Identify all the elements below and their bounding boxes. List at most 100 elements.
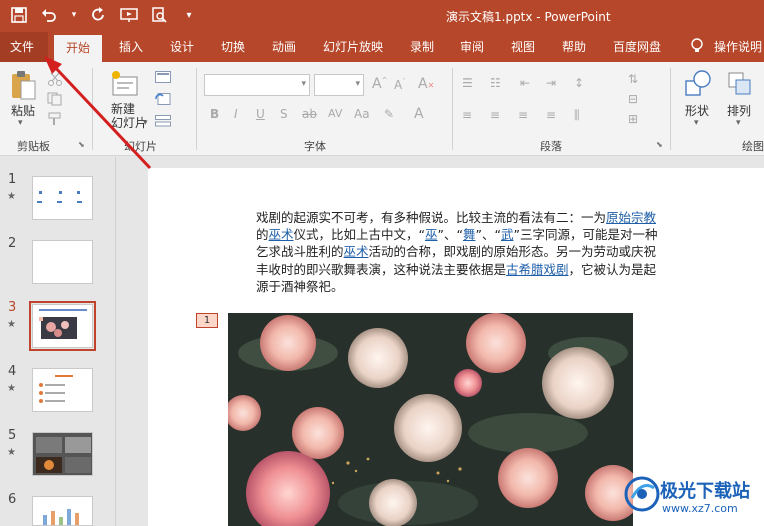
increase-indent-icon[interactable]: ⇥ [546,76,556,90]
divider [92,68,93,150]
paste-label[interactable]: 粘贴 [11,102,35,119]
highlight-icon[interactable]: ✎ [384,107,394,121]
new-slide-icon[interactable] [108,68,140,100]
title-bar: ▾ ▾ 演示文稿1.pptx - PowerPoint [0,0,764,32]
tab-home[interactable]: 开始 [54,35,102,62]
preview-icon[interactable] [150,6,168,24]
divider [196,68,197,150]
slide-thumbnail-2[interactable] [32,240,93,284]
tab-review[interactable]: 审阅 [460,38,484,55]
redo-icon[interactable] [90,6,108,24]
tab-slideshow[interactable]: 幻灯片放映 [323,38,383,55]
animation-order-badge[interactable]: 1 [196,313,218,328]
arrange-dropdown-icon[interactable]: ▾ [736,118,741,128]
slide-number: 6 [8,492,17,507]
align-center-icon[interactable]: ≡ [490,108,500,122]
tab-baidu-netdisk[interactable]: 百度网盘 [613,38,661,55]
tab-insert[interactable]: 插入 [119,38,143,55]
arrange-label[interactable]: 排列 [727,102,751,119]
slide-thumbnail-3[interactable] [32,304,93,348]
ribbon: 粘贴 ▾ 剪贴板 ⬊ 新建 幻灯片 ▾ 幻灯片 ▾ ▾ A^ Aˇ A✕ B I… [0,62,764,156]
change-case-icon[interactable]: Aa [354,107,370,121]
text-direction-icon[interactable]: ⇅ [628,72,638,86]
layout-icon[interactable] [154,70,172,84]
justify-icon[interactable]: ≡ [546,108,556,122]
tab-animations[interactable]: 动画 [272,38,296,55]
text-run: ”、“ [437,227,463,243]
smartart-icon[interactable]: ⊞ [628,112,638,126]
tab-help[interactable]: 帮助 [562,38,586,55]
dialog-launcher-icon[interactable]: ⬊ [656,140,663,149]
tab-file[interactable]: 文件 [0,32,48,62]
slide-text-box[interactable]: 戏剧的起源实不可考，有多种假说。比较主流的看法有二：一为原始宗教的巫术仪式，比如… [256,209,668,295]
tab-transitions[interactable]: 切换 [221,38,245,55]
roses-photo[interactable] [228,313,633,526]
slideshow-start-icon[interactable] [120,6,138,24]
divider [452,68,453,150]
bullets-icon[interactable]: ☰ [462,76,473,90]
customize-qat-icon[interactable]: ▾ [180,6,198,24]
link-witchcraft[interactable]: 巫术 [269,227,294,242]
link-primitive-religion[interactable]: 原始宗教 [606,210,656,225]
tell-me-search[interactable]: 操作说明 [714,38,764,55]
undo-icon[interactable] [40,6,58,24]
link-witchcraft-2[interactable]: 巫术 [344,244,369,259]
font-color-icon[interactable]: A [414,106,424,122]
dialog-launcher-icon[interactable]: ⬊ [78,140,85,149]
group-label-paragraph: 段落 [540,140,562,153]
text-run: ”、“ [475,227,501,243]
shadow-icon[interactable]: S [280,107,288,121]
font-family-select[interactable]: ▾ [204,74,310,96]
link-wu-3[interactable]: 武 [501,227,514,242]
slide-thumbnail-6[interactable] [32,496,93,526]
text-run: 的 [256,227,269,243]
slide-thumbnail-5[interactable] [32,432,93,476]
format-painter-icon[interactable] [46,112,64,126]
canvas-gutter [116,157,148,526]
slide-thumbnail-4[interactable] [32,368,93,412]
undo-dropdown-icon[interactable]: ▾ [70,6,78,24]
slide-thumbnail-1[interactable] [32,176,93,220]
clear-formatting-icon[interactable]: A✕ [418,76,434,92]
link-greek-drama[interactable]: 古希腊戏剧 [506,262,569,277]
animation-star-icon: ★ [7,383,16,394]
link-wu-1[interactable]: 巫 [425,227,438,242]
decrease-indent-icon[interactable]: ⇤ [520,76,530,90]
align-right-icon[interactable]: ≡ [518,108,528,122]
new-slide-dropdown-icon[interactable]: ▾ [143,118,148,128]
columns-icon[interactable]: ⫼ [574,108,580,123]
save-icon[interactable] [10,6,28,24]
shapes-label[interactable]: 形状 [685,102,709,119]
character-spacing-icon[interactable]: AV [328,107,342,120]
font-size-select[interactable]: ▾ [314,74,364,96]
slide-number: 4 [8,364,17,379]
strikethrough-icon[interactable]: ab [302,107,317,121]
tab-design[interactable]: 设计 [170,38,194,55]
shapes-icon[interactable] [682,68,714,100]
tab-record[interactable]: 录制 [410,38,434,55]
tab-view[interactable]: 视图 [511,38,535,55]
reset-icon[interactable] [154,92,172,106]
italic-icon[interactable]: I [234,107,238,121]
section-icon[interactable] [154,114,172,128]
numbering-icon[interactable]: ☷ [490,76,501,90]
paste-icon[interactable] [8,68,38,102]
align-left-icon[interactable]: ≡ [462,108,472,122]
paste-dropdown-icon[interactable]: ▾ [18,118,23,128]
slide-number: 5 [8,428,17,443]
arrange-icon[interactable] [726,70,754,98]
watermark-text: 极光下载站 [660,481,750,502]
bold-icon[interactable]: B [210,107,219,121]
cut-icon[interactable] [46,72,64,86]
shapes-dropdown-icon[interactable]: ▾ [694,118,699,128]
line-spacing-icon[interactable]: ↕ [574,76,584,90]
window-title: 演示文稿1.pptx - PowerPoint [446,10,611,24]
underline-icon[interactable]: U [256,107,265,121]
shrink-font-icon[interactable]: Aˇ [394,78,406,92]
copy-icon[interactable] [46,92,64,106]
new-slide-label[interactable]: 新建 幻灯片 [111,102,147,130]
slide-number: 1 [8,172,17,187]
align-text-icon[interactable]: ⊟ [628,92,638,106]
grow-font-icon[interactable]: A^ [372,76,387,92]
link-wu-2[interactable]: 舞 [463,227,476,242]
